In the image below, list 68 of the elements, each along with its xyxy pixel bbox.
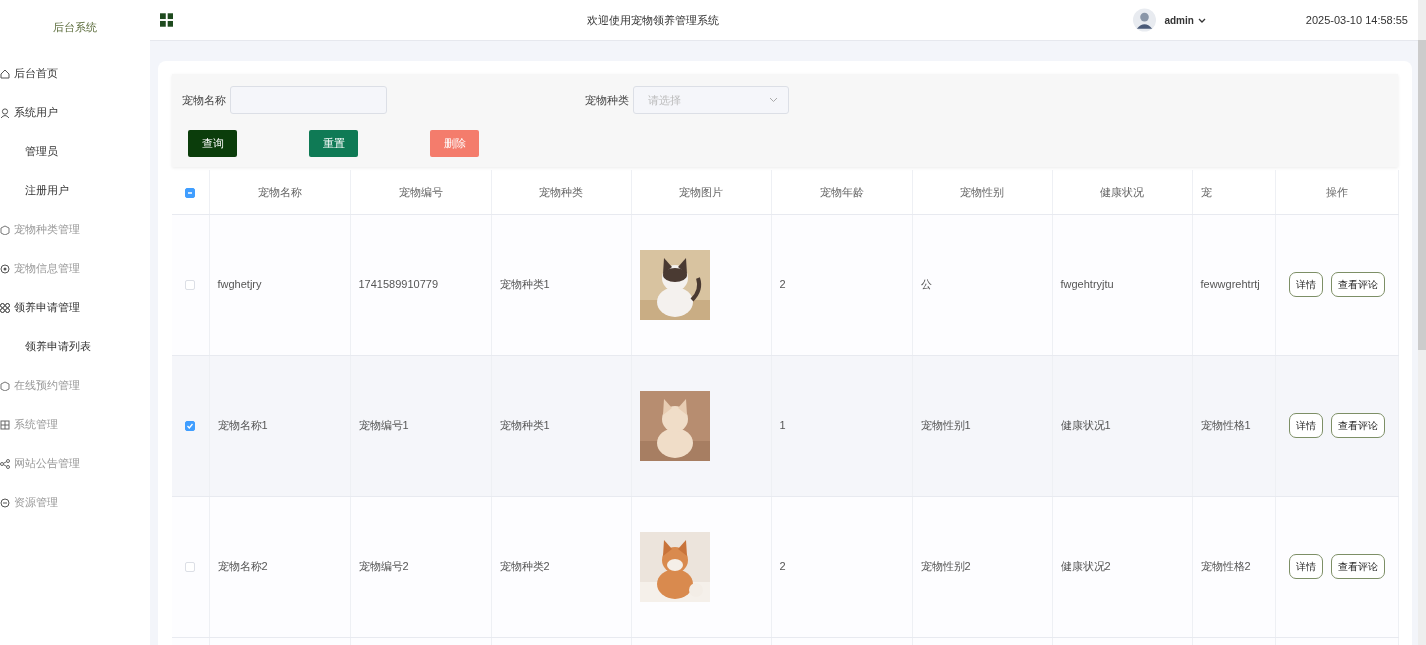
sidebar-subitem[interactable]: 注册用户 bbox=[0, 171, 150, 210]
column-header: 宠物性别 bbox=[912, 170, 1052, 214]
input-field[interactable] bbox=[230, 86, 387, 114]
reset-button[interactable]: 重置 bbox=[309, 130, 358, 157]
box-icon bbox=[0, 380, 10, 391]
column-header: 宠物年龄 bbox=[771, 170, 912, 214]
avatar bbox=[1133, 8, 1157, 32]
date-time: 2025-03-10 14:58:55 bbox=[1305, 12, 1408, 28]
home-icon bbox=[0, 68, 10, 79]
column-header: 健康状况 bbox=[1052, 170, 1192, 214]
table-cell: fewwgrehtrtj bbox=[1192, 214, 1275, 355]
sidebar-item[interactable]: 领养申请管理 bbox=[0, 288, 150, 327]
column-header: 宠 bbox=[1192, 170, 1275, 214]
search-button[interactable]: 查询 bbox=[188, 130, 237, 157]
table-cell: 宠物种类2 bbox=[491, 496, 631, 637]
comments-button[interactable]: 查看评论 bbox=[1330, 554, 1385, 579]
table-cell: 1741589910779 bbox=[350, 214, 491, 355]
table-cell: 宠物性别1 bbox=[912, 355, 1052, 496]
details-button[interactable]: 详情 bbox=[1288, 413, 1323, 438]
sidebar-subitem[interactable]: 管理员 bbox=[0, 132, 150, 171]
table-cell: 宠物名称2 bbox=[209, 496, 350, 637]
table-cell: 宠物性格2 bbox=[1192, 496, 1275, 637]
page-title: 欢迎使用宠物领养管理系统 bbox=[586, 12, 721, 28]
details-button[interactable]: 详情 bbox=[1288, 554, 1323, 579]
sidebar-item[interactable]: 后台首页 bbox=[0, 54, 150, 93]
select-all-checkbox[interactable] bbox=[185, 187, 196, 198]
caret-icon bbox=[1197, 17, 1206, 23]
grid-icon bbox=[0, 302, 10, 313]
table-cell: 健康状况1 bbox=[1052, 355, 1192, 496]
table-cell: 健康状况2 bbox=[1052, 496, 1192, 637]
table-cell: 宠物编号1 bbox=[350, 355, 491, 496]
table-cell: 公 bbox=[912, 214, 1052, 355]
column-header: 宠物名称 bbox=[209, 170, 350, 214]
chat-icon bbox=[0, 497, 10, 508]
sidebar-title: 后台系统 bbox=[52, 19, 98, 35]
details-button[interactable]: 详情 bbox=[1288, 272, 1323, 297]
user-icon bbox=[0, 107, 10, 118]
share-icon bbox=[0, 458, 10, 469]
menu-icon bbox=[160, 13, 174, 27]
sidebar-subitem[interactable]: 领养申请列表 bbox=[0, 327, 150, 366]
table-cell: 宠物种类1 bbox=[491, 355, 631, 496]
check-icon bbox=[186, 422, 195, 431]
column-header: 宠物图片 bbox=[631, 170, 771, 214]
comments-button[interactable]: 查看评论 bbox=[1330, 272, 1385, 297]
field-label: 宠物名称 bbox=[182, 92, 226, 108]
target-icon bbox=[0, 263, 10, 274]
field-label: 宠物种类 bbox=[585, 92, 629, 108]
table-cell: 宠物种类1 bbox=[491, 214, 631, 355]
table-cell: 宠物性别2 bbox=[912, 496, 1052, 637]
column-header: 宠物种类 bbox=[491, 170, 631, 214]
table-cell: 2 bbox=[771, 496, 912, 637]
scrollbar[interactable] bbox=[1418, 0, 1426, 645]
table-cell: 宠物性格1 bbox=[1192, 355, 1275, 496]
row-checkbox[interactable] bbox=[185, 421, 196, 432]
table-cell: 宠物编号2 bbox=[350, 496, 491, 637]
chevron-icon bbox=[769, 97, 778, 103]
table-cell: fwgehtryjtu bbox=[1052, 214, 1192, 355]
column-header: 操作 bbox=[1275, 170, 1398, 214]
table-cell: fwghetjry bbox=[209, 214, 350, 355]
column-header: 宠物编号 bbox=[350, 170, 491, 214]
table-cell: 2 bbox=[771, 214, 912, 355]
comments-button[interactable]: 查看评论 bbox=[1330, 413, 1385, 438]
box-icon bbox=[0, 224, 10, 235]
sidebar-item[interactable]: 系统用户 bbox=[0, 93, 150, 132]
user-menu[interactable]: admin bbox=[1164, 12, 1206, 28]
table-cell: 宠物名称1 bbox=[209, 355, 350, 496]
table-icon bbox=[0, 419, 10, 430]
table-cell: 1 bbox=[771, 355, 912, 496]
